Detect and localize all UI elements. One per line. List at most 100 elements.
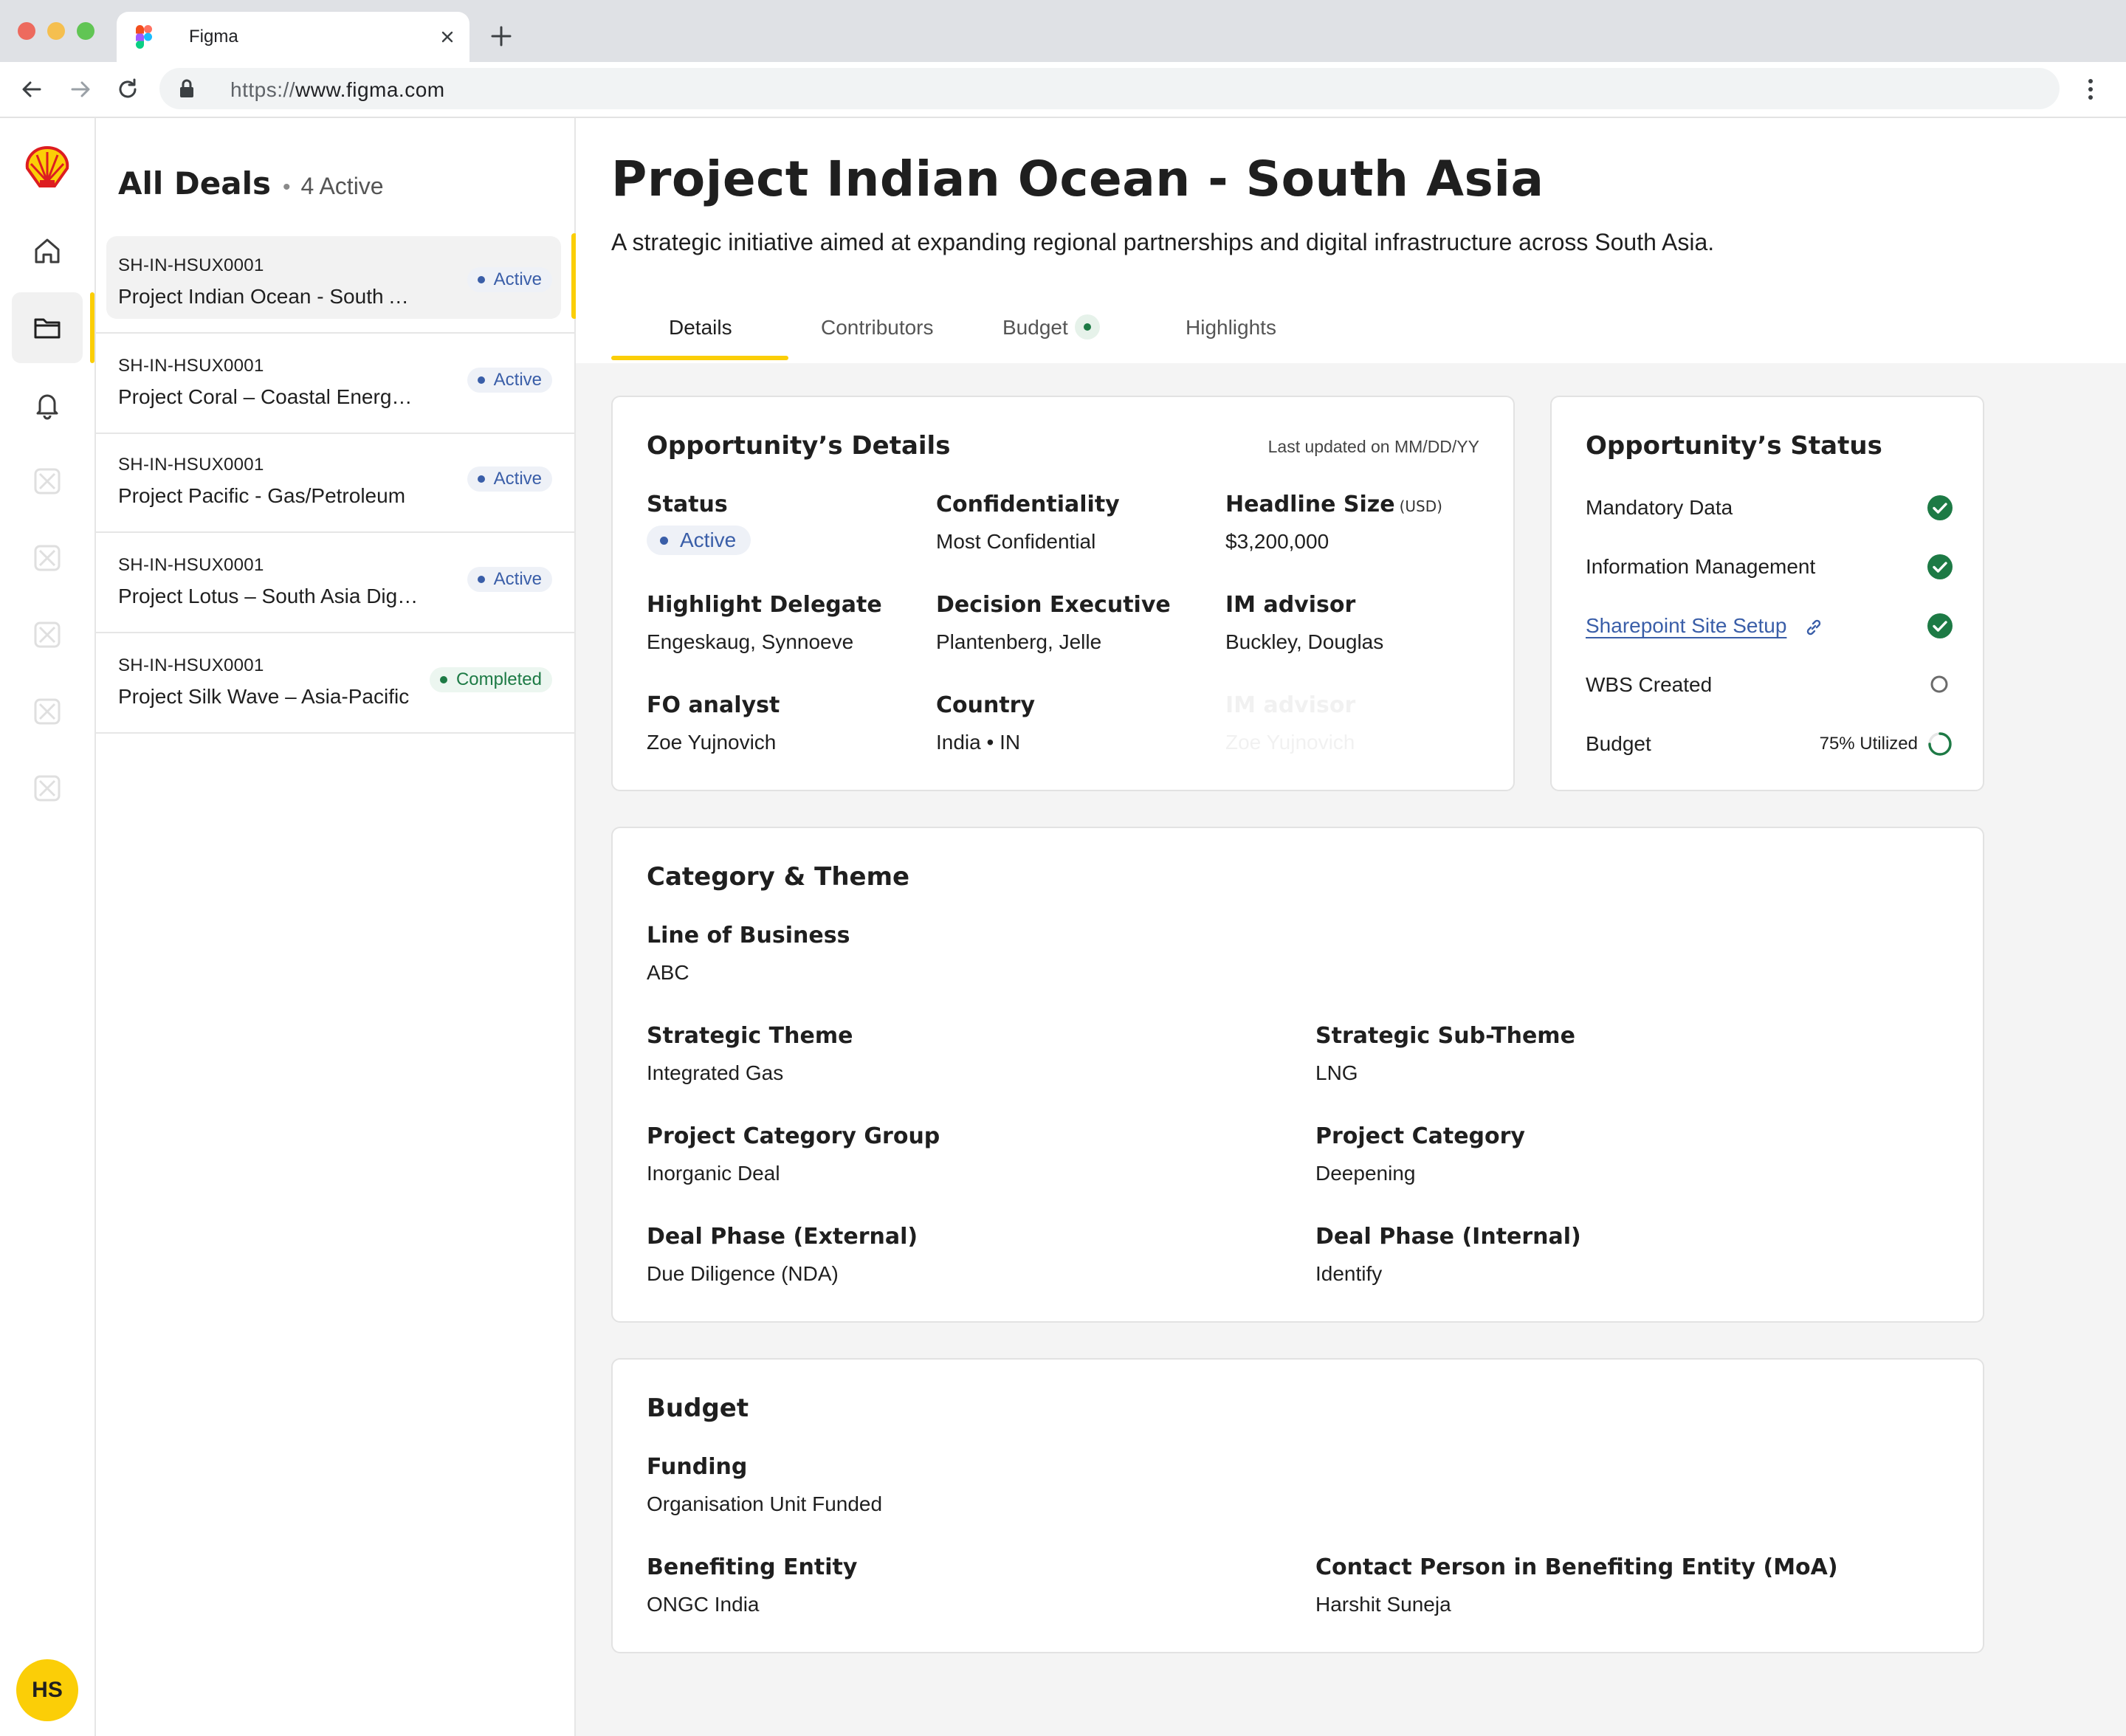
category-group-label: Project Category Group [647,1123,940,1149]
card-title: Budget [647,1394,749,1423]
forward-arrow-icon[interactable] [68,77,93,102]
browser-tab-title: Figma [189,27,238,46]
project-description: A strategic initiative aimed at expandin… [611,229,1715,255]
budget-utilized-text: 75% Utilized [1819,734,1918,754]
user-avatar[interactable]: HS [16,1659,78,1721]
deals-active-count: 4 Active [300,173,384,199]
deal-id: SH-IN-HSUX0001 [118,356,264,376]
tab-budget[interactable]: Budget [1002,316,1068,340]
card-title: Category & Theme [647,862,910,892]
left-nav-rail [0,118,96,1736]
deal-name: Project Indian Ocean - South Asia [118,285,421,308]
deal-name: Project Pacific - Gas/Petroleum [118,484,406,507]
delegate-value: Engeskaug, Synnoeve [647,630,854,653]
folder-icon [32,312,63,343]
fo-analyst-label: FO analyst [647,692,780,718]
contact-person-value: Harshit Suneja [1315,1593,1451,1616]
browser-tab-bar: Figma [0,0,2126,62]
deals-separator: • [283,175,291,199]
reload-icon[interactable] [115,77,140,102]
status-row-wbs: WBS Created [1586,669,1953,701]
sharepoint-link[interactable]: Sharepoint Site Setup [1586,614,1823,638]
line-of-business-value: ABC [647,961,689,984]
figma-icon [136,25,152,49]
opportunity-details-card: Opportunity’s Details Last updated on MM… [611,396,1515,791]
browser-menu-icon[interactable] [2086,77,2095,102]
placeholder-icon [32,543,62,573]
deal-status-badge: Completed [429,667,552,692]
strategic-theme-label: Strategic Theme [647,1023,853,1049]
deal-item[interactable]: SH-IN-HSUX0001 Project Coral – Coastal E… [96,332,574,434]
deal-name: Project Coral – Coastal Energy Corridor [118,385,421,408]
card-title: Opportunity’s Details [647,431,951,461]
maximize-window-button[interactable] [77,22,94,40]
placeholder-icon [32,466,62,496]
confidentiality-value: Most Confidential [936,530,1096,553]
close-window-button[interactable] [18,22,35,40]
tab-active-underline [611,356,788,360]
category-theme-card: Category & Theme Line of Business ABC St… [611,827,1984,1323]
bell-icon [32,389,63,420]
benefiting-entity-value: ONGC India [647,1593,760,1616]
browser-tab[interactable]: Figma [117,12,469,62]
deal-item[interactable]: SH-IN-HSUX0001 Project Silk Wave – Asia-… [96,633,574,734]
card-title: Opportunity’s Status [1586,431,1882,461]
rail-active-indicator [90,292,94,363]
deal-item[interactable]: SH-IN-HSUX0001 Project Pacific - Gas/Pet… [96,433,574,533]
country-label: Country [936,692,1036,718]
status-dot [477,376,485,384]
placeholder-icon [32,697,62,726]
address-bar[interactable]: https://www.figma.com [159,68,2060,109]
status-row-label: Budget [1586,732,1651,755]
lock-icon [179,78,195,99]
deal-status-badge: Active [467,267,552,292]
new-tab-icon[interactable] [490,25,512,47]
tab-budget-indicator [1075,314,1100,340]
rail-notifications-button[interactable] [12,369,83,440]
status-row-budget: Budget 75% Utilized [1586,728,1953,760]
status-dot [439,676,447,683]
pending-circle-icon [1930,675,1949,694]
status-row-mandatory-data: Mandatory Data [1586,492,1953,524]
project-header: Project Indian Ocean - South Asia A stra… [576,118,2126,363]
status-row-label: Mandatory Data [1586,496,1733,519]
deal-phase-external-value: Due Diligence (NDA) [647,1262,839,1285]
ghost-field-label: IM advisor [1225,692,1356,718]
funding-label: Funding [647,1454,748,1480]
benefiting-entity-label: Benefiting Entity [647,1554,858,1580]
status-badge: Active [647,526,751,555]
deal-item[interactable]: SH-IN-HSUX0001 Project Lotus – South Asi… [96,533,574,633]
deal-item-selected[interactable]: SH-IN-HSUX0001 Project Indian Ocean - So… [96,233,577,332]
tab-contributors[interactable]: Contributors [821,316,934,340]
back-arrow-icon[interactable] [19,77,44,102]
im-advisor-value: Buckley, Douglas [1225,630,1384,653]
ghost-field-value: Zoe Yujnovich [1225,731,1355,754]
tab-highlights[interactable]: Highlights [1186,316,1276,340]
deal-status-badge: Active [467,567,552,592]
page-title: Project Indian Ocean - South Asia [611,151,1544,207]
check-circle-icon [1927,495,1953,521]
executive-label: Decision Executive [936,592,1171,618]
placeholder-icon [32,774,62,803]
tab-details[interactable]: Details [669,316,732,340]
rail-home-button[interactable] [12,216,83,286]
deals-title: All Deals [118,165,272,202]
status-dot [477,276,485,283]
status-label: Status [647,492,728,517]
status-dot [477,576,485,583]
url-text: https://www.figma.com [230,78,445,101]
country-value: India • IN [936,731,1021,754]
project-category-label: Project Category [1315,1123,1525,1149]
minimize-window-button[interactable] [47,22,65,40]
deal-id: SH-IN-HSUX0001 [118,555,264,575]
rail-deals-button[interactable] [12,292,83,363]
close-tab-icon[interactable] [438,28,456,46]
deal-name: Project Lotus – South Asia Digital [118,585,421,607]
home-icon [32,235,63,266]
check-circle-icon [1927,613,1953,639]
strategic-theme-value: Integrated Gas [647,1061,784,1084]
deal-phase-external-label: Deal Phase (External) [647,1224,918,1250]
shell-logo-icon[interactable] [24,145,71,189]
placeholder-icon [32,620,62,650]
headline-size-value: $3,200,000 [1225,530,1329,553]
